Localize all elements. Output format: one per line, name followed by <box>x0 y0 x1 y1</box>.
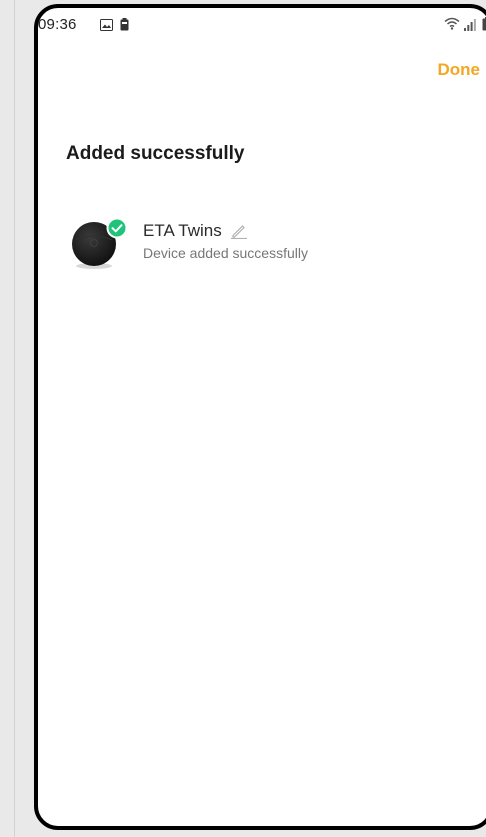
device-list-item[interactable]: ETA Twins Device added successfully <box>72 213 452 273</box>
device-name: ETA Twins <box>143 221 222 240</box>
status-bar: 09:36 <box>38 8 486 44</box>
status-time: 09:36 <box>38 16 77 33</box>
device-name-line: ETA Twins <box>143 221 248 241</box>
battery-small-icon <box>120 18 129 36</box>
phone-screen: 09:36 Done Added successfully ETA Twins … <box>34 4 486 830</box>
page-title: Added successfully <box>66 143 245 164</box>
image-icon <box>100 18 113 36</box>
robot-vacuum-icon <box>72 217 128 269</box>
edit-pencil-icon[interactable] <box>230 223 248 240</box>
signal-icon <box>464 18 476 36</box>
done-button[interactable]: Done <box>438 60 481 80</box>
device-status: Device added successfully <box>143 245 308 261</box>
wifi-icon <box>444 17 460 35</box>
battery-icon <box>482 17 486 36</box>
screen-edge-divider <box>14 0 15 837</box>
check-badge-icon <box>106 217 128 239</box>
